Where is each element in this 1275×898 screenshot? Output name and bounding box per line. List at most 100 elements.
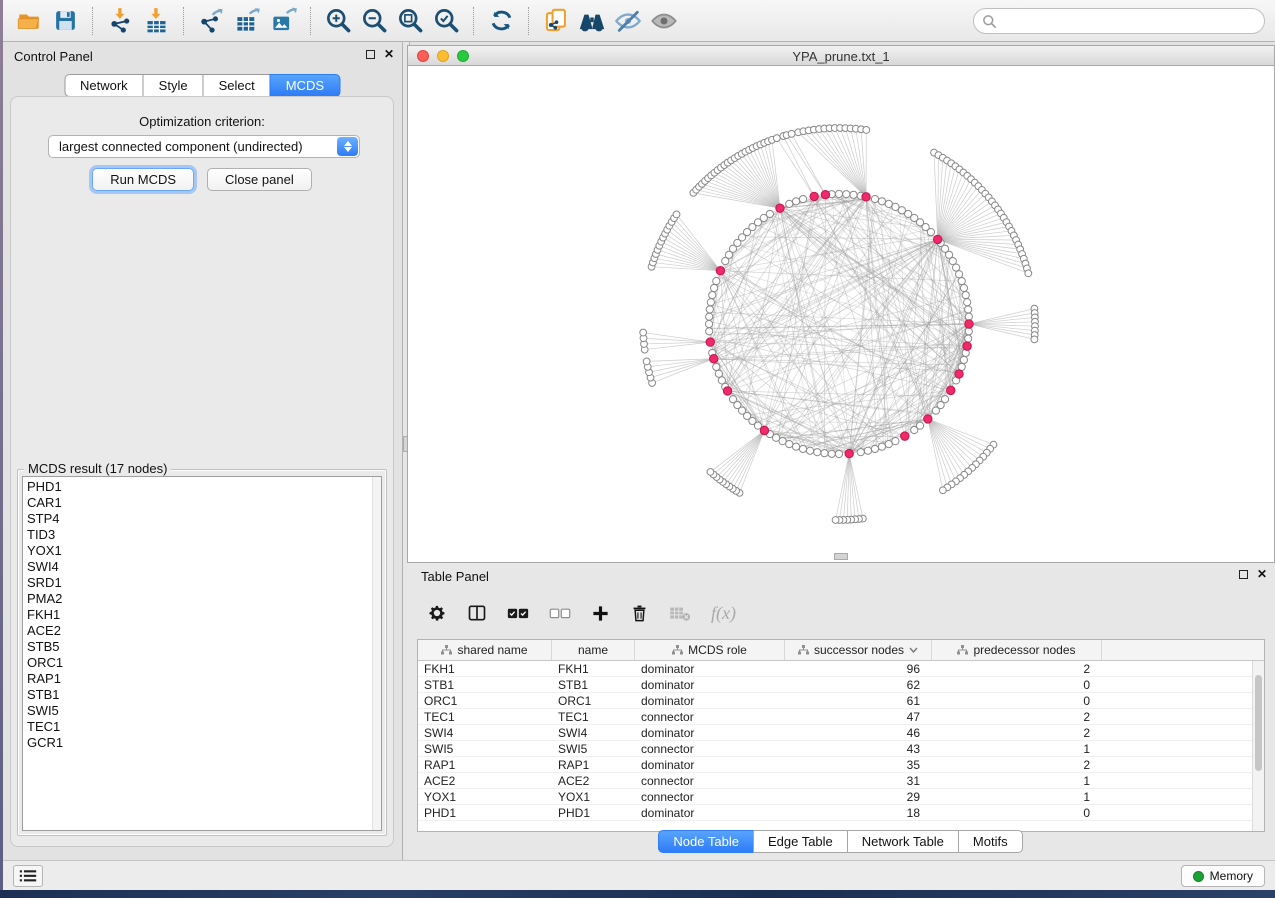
export-image-button[interactable] bbox=[265, 4, 301, 38]
close-panel-icon[interactable]: ✕ bbox=[384, 48, 394, 60]
console-button[interactable] bbox=[13, 865, 43, 887]
open-session-button[interactable] bbox=[11, 4, 47, 38]
import-table-button[interactable] bbox=[138, 4, 174, 38]
unselect-all-button[interactable] bbox=[549, 605, 571, 621]
close-table-panel-icon[interactable]: ✕ bbox=[1257, 568, 1267, 580]
network-canvas[interactable] bbox=[408, 66, 1274, 562]
delete-column-button[interactable] bbox=[630, 604, 649, 623]
zoom-fit-button[interactable] bbox=[392, 4, 428, 38]
save-session-button[interactable] bbox=[47, 4, 83, 38]
cell: ACE2 bbox=[552, 773, 635, 788]
eye-slash-icon bbox=[614, 7, 642, 35]
function-builder-button: f(x) bbox=[711, 603, 736, 624]
settings-button[interactable] bbox=[427, 603, 447, 623]
horizontal-splitter-handle[interactable] bbox=[834, 553, 848, 560]
result-item[interactable]: ORC1 bbox=[27, 655, 381, 671]
table-row[interactable]: RAP1RAP1dominator352 bbox=[418, 757, 1252, 773]
result-item[interactable]: SWI5 bbox=[27, 703, 381, 719]
cell: YOX1 bbox=[418, 789, 552, 804]
toolbar-separator bbox=[92, 7, 93, 35]
delete-table-button bbox=[669, 605, 691, 622]
tab-style[interactable]: Style bbox=[143, 74, 204, 97]
zoom-selected-button[interactable] bbox=[428, 4, 464, 38]
export-network-icon bbox=[198, 7, 225, 34]
toolbar-separator bbox=[528, 7, 529, 35]
cell: connector bbox=[635, 773, 785, 788]
find-button[interactable] bbox=[574, 4, 610, 38]
result-item[interactable]: SWI4 bbox=[27, 559, 381, 575]
export-table-button[interactable] bbox=[229, 4, 265, 38]
tab-node-table[interactable]: Node Table bbox=[658, 830, 754, 853]
export-network-button[interactable] bbox=[193, 4, 229, 38]
float-panel-icon[interactable] bbox=[366, 50, 375, 59]
tab-network[interactable]: Network bbox=[64, 74, 144, 97]
result-item[interactable]: PHD1 bbox=[27, 479, 381, 495]
result-item[interactable]: STB5 bbox=[27, 639, 381, 655]
tab-select[interactable]: Select bbox=[203, 74, 271, 97]
result-item[interactable]: STP4 bbox=[27, 511, 381, 527]
column-header-name[interactable]: name bbox=[552, 640, 635, 660]
select-all-button[interactable] bbox=[507, 605, 529, 621]
table-row[interactable]: SWI5SWI5connector431 bbox=[418, 741, 1252, 757]
clone-network-button[interactable] bbox=[538, 4, 574, 38]
result-item[interactable]: YOX1 bbox=[27, 543, 381, 559]
table-row[interactable]: ACE2ACE2connector311 bbox=[418, 773, 1252, 789]
show-columns-button[interactable] bbox=[467, 603, 487, 623]
search-input[interactable] bbox=[997, 11, 1264, 31]
mcds-panel: Optimization criterion: largest connecte… bbox=[10, 96, 394, 847]
result-scrollbar[interactable] bbox=[372, 477, 381, 830]
table-row[interactable]: STB1STB1dominator620 bbox=[418, 677, 1252, 693]
scrollbar-thumb[interactable] bbox=[1255, 675, 1262, 771]
column-header-MCDS-role[interactable]: MCDS role bbox=[635, 640, 785, 660]
result-item[interactable]: ACE2 bbox=[27, 623, 381, 639]
checked-boxes-icon bbox=[507, 605, 529, 621]
table-row[interactable]: SWI4SWI4dominator462 bbox=[418, 725, 1252, 741]
memory-button[interactable]: Memory bbox=[1181, 865, 1265, 887]
float-table-panel-icon[interactable] bbox=[1239, 570, 1248, 579]
column-header-successor-nodes[interactable]: successor nodes bbox=[785, 640, 932, 660]
tab-network-table[interactable]: Network Table bbox=[847, 830, 959, 853]
cell: STB1 bbox=[418, 677, 552, 692]
import-network-button[interactable] bbox=[102, 4, 138, 38]
search-box[interactable] bbox=[973, 8, 1265, 34]
refresh-view-button[interactable] bbox=[483, 4, 519, 38]
optimization-select[interactable]: largest connected component (undirected) bbox=[48, 135, 360, 158]
tab-motifs[interactable]: Motifs bbox=[958, 830, 1023, 853]
table-row[interactable]: ORC1ORC1dominator610 bbox=[418, 693, 1252, 709]
control-panel: Control Panel ✕ NetworkStyleSelectMCDS O… bbox=[3, 42, 402, 860]
column-header-shared-name[interactable]: shared name bbox=[418, 640, 552, 660]
result-item[interactable]: SRD1 bbox=[27, 575, 381, 591]
mcds-result-fieldset: MCDS result (17 nodes) PHD1CAR1STP4TID3Y… bbox=[17, 469, 387, 836]
result-item[interactable]: RAP1 bbox=[27, 671, 381, 687]
table-row[interactable]: PHD1PHD1dominator180 bbox=[418, 805, 1252, 821]
result-item[interactable]: CAR1 bbox=[27, 495, 381, 511]
tab-mcds[interactable]: MCDS bbox=[270, 74, 340, 97]
control-tabs: NetworkStyleSelectMCDS bbox=[65, 74, 340, 97]
result-item[interactable]: GCR1 bbox=[27, 735, 381, 751]
show-graphics-button[interactable] bbox=[646, 4, 682, 38]
node-table: shared namenameMCDS rolesuccessor nodesp… bbox=[417, 639, 1265, 832]
cell: 2 bbox=[932, 661, 1102, 676]
result-item[interactable]: TEC1 bbox=[27, 719, 381, 735]
tab-edge-table[interactable]: Edge Table bbox=[753, 830, 848, 853]
zoom-out-button[interactable] bbox=[356, 4, 392, 38]
table-scrollbar[interactable] bbox=[1252, 661, 1264, 831]
cell: 1 bbox=[932, 773, 1102, 788]
column-header-predecessor-nodes[interactable]: predecessor nodes bbox=[932, 640, 1102, 660]
optimization-label: Optimization criterion: bbox=[11, 114, 393, 129]
result-item[interactable]: TID3 bbox=[27, 527, 381, 543]
table-row[interactable]: TEC1TEC1connector472 bbox=[418, 709, 1252, 725]
zoom-in-button[interactable] bbox=[320, 4, 356, 38]
table-row[interactable]: FKH1FKH1dominator962 bbox=[418, 661, 1252, 677]
result-item[interactable]: PMA2 bbox=[27, 591, 381, 607]
table-row[interactable]: YOX1YOX1connector291 bbox=[418, 789, 1252, 805]
add-column-button[interactable] bbox=[591, 604, 610, 623]
hide-vizmapper-button[interactable] bbox=[610, 4, 646, 38]
run-mcds-button[interactable]: Run MCDS bbox=[92, 168, 194, 191]
main-toolbar bbox=[3, 0, 1275, 42]
cell: TEC1 bbox=[418, 709, 552, 724]
result-item[interactable]: STB1 bbox=[27, 687, 381, 703]
network-titlebar[interactable]: YPA_prune.txt_1 bbox=[408, 46, 1274, 66]
close-panel-button[interactable]: Close panel bbox=[207, 168, 312, 191]
result-item[interactable]: FKH1 bbox=[27, 607, 381, 623]
